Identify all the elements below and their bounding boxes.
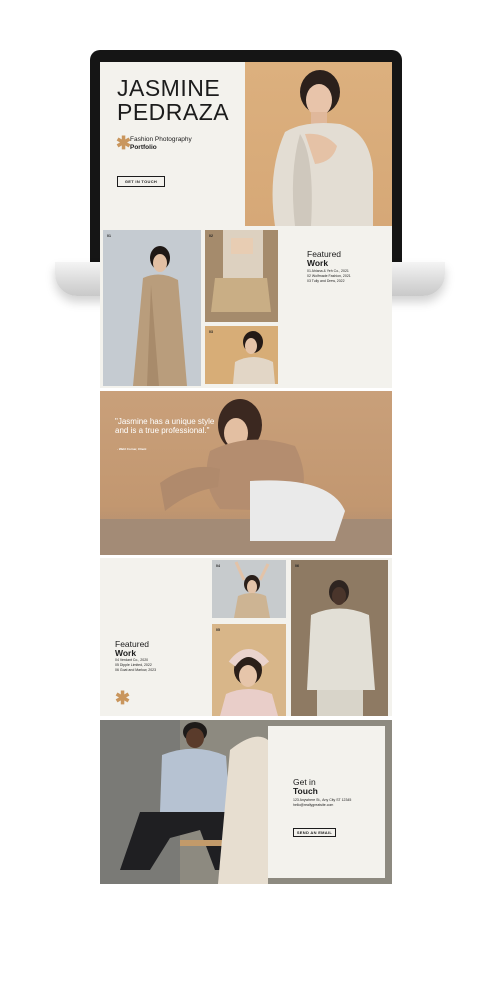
work-tile-05[interactable]: 05 — [212, 624, 286, 716]
work-tile-04[interactable]: 04 — [212, 560, 286, 618]
list-item[interactable]: 03 Tully and Drew, 2022 — [307, 279, 351, 284]
featured-work-list-2: 04 Verdant Co., 2020 05 Dipple Limited, … — [115, 658, 156, 673]
testimonial-section: "Jasmine has a unique style and is a tru… — [100, 391, 392, 555]
work-tile-03[interactable]: 03 — [205, 326, 278, 384]
contact-heading: Get in Touch — [293, 778, 318, 796]
hero-photo — [245, 62, 392, 226]
contact-email-link[interactable]: hello@reallygreatsite.com — [293, 803, 351, 808]
hero-subtitle-bold: Portfolio — [130, 144, 157, 151]
featured-work-heading-2: Featured Work — [115, 640, 149, 658]
hero-section: JASMINE PEDRAZA ✱ Fashion Photography Po… — [100, 62, 392, 226]
work-tile-01[interactable]: 01 — [103, 230, 201, 386]
tile-number: 02 — [209, 234, 213, 238]
featured-work-heading-1: Featured Work — [307, 250, 341, 268]
heading-bold-text: Work — [307, 258, 329, 268]
tile-number: 01 — [107, 234, 111, 238]
asterisk-icon: ✱ — [115, 688, 131, 708]
get-in-touch-button[interactable]: GET IN TOUCH — [117, 176, 165, 187]
work-tile-02[interactable]: 02 — [205, 230, 278, 322]
testimonial-quote: "Jasmine has a unique style and is a tru… — [115, 417, 215, 435]
contact-info: 123 Anywhere St., Any City ST 12345 hell… — [293, 798, 351, 808]
featured-work-list-1: 01 Ahiana & Yeh Co., 2021 02 Wolfmade Fa… — [307, 269, 351, 284]
hero-subtitle: Fashion Photography Portfolio — [130, 136, 192, 152]
tile-number: 06 — [295, 564, 299, 568]
send-email-button[interactable]: SEND AN EMAIL — [293, 828, 336, 837]
tile-number: 03 — [209, 330, 213, 334]
testimonial-author: - Wahl Corner, Client — [117, 447, 147, 451]
featured-work-section-2: Featured Work 04 Verdant Co., 2020 05 Di… — [100, 558, 392, 716]
contact-card: Get in Touch 123 Anywhere St., Any City … — [268, 726, 385, 878]
work-tile-06[interactable]: 06 — [291, 560, 388, 716]
list-item[interactable]: 06 Goat and Marlow, 2023 — [115, 668, 156, 673]
tile-number: 04 — [216, 564, 220, 568]
heading-bold-text: Touch — [293, 786, 318, 796]
tile-number: 05 — [216, 628, 220, 632]
testimonial-photo — [100, 399, 392, 555]
contact-section: Get in Touch 123 Anywhere St., Any City … — [100, 720, 392, 884]
heading-bold-text: Work — [115, 648, 137, 658]
asterisk-icon: ✱ — [116, 133, 132, 153]
featured-work-section-1: 01 02 03 Featured Work 01 Ahiana & Yeh C… — [100, 226, 392, 388]
hero-subtitle-text: Fashion Photography — [130, 136, 192, 143]
hero-name-title: JASMINE PEDRAZA — [117, 75, 230, 125]
